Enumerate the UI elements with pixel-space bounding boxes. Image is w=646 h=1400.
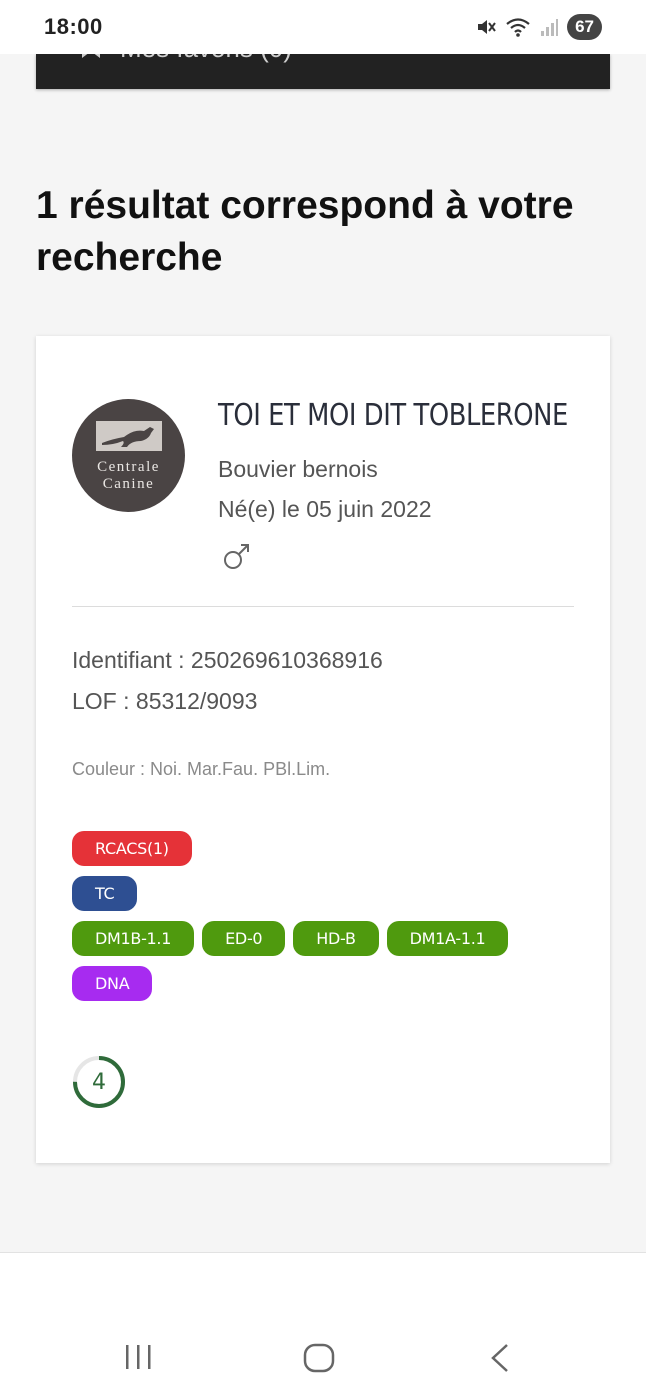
- home-icon[interactable]: [303, 1343, 335, 1378]
- mute-icon: [475, 16, 497, 38]
- system-nav-bar: [0, 1253, 646, 1400]
- tag-row-3: DM1B-1.1 ED-0 HD-B DM1A-1.1: [72, 921, 509, 956]
- dog-name[interactable]: TOI ET MOI DIT TOBLERONE: [218, 398, 568, 433]
- tag-hd: HD-B: [293, 921, 379, 956]
- male-symbol-icon: [222, 541, 252, 576]
- back-icon[interactable]: [488, 1343, 512, 1378]
- result-heading: 1 résultat correspond à votre recherche: [36, 184, 574, 279]
- logo-text-line1: Centrale: [97, 458, 160, 475]
- status-bar: 18:00 67: [0, 0, 646, 54]
- tag-tc: TC: [72, 876, 138, 911]
- score-ring: 4: [72, 1055, 126, 1109]
- favorites-bar[interactable]: Mes favoris (0): [36, 54, 610, 89]
- favorites-label: Mes favoris (0): [120, 54, 292, 64]
- identifiant: Identifiant : 250269610368916: [72, 647, 383, 673]
- signal-icon: [539, 17, 559, 37]
- battery-indicator: 67: [567, 14, 602, 40]
- tag-dm1a: DM1A-1.1: [386, 921, 509, 956]
- centrale-canine-logo: Centrale Canine: [72, 399, 185, 512]
- tag-rcacs: RCACS(1): [72, 831, 192, 866]
- lof-number: LOF : 85312/9093: [72, 688, 258, 714]
- dog-breed: Bouvier bernois: [218, 456, 378, 482]
- dog-birth-date: Né(e) le 05 juin 2022: [218, 496, 432, 522]
- recent-apps-icon[interactable]: [124, 1343, 154, 1376]
- status-icons: 67: [475, 14, 602, 40]
- tag-dm1b: DM1B-1.1: [72, 921, 195, 956]
- tag-dna: DNA: [72, 966, 153, 1001]
- divider: [72, 606, 574, 607]
- bookmark-icon: [80, 54, 102, 65]
- tag-row-2: TC: [72, 876, 138, 911]
- logo-text-line2: Canine: [102, 475, 155, 492]
- result-card[interactable]: Centrale Canine TOI ET MOI DIT TOBLERONE…: [36, 336, 610, 1163]
- dog-silhouette-icon: [95, 420, 162, 451]
- tag-row-4: DNA: [72, 966, 153, 1001]
- tag-row-1: RCACS(1): [72, 831, 192, 866]
- status-time: 18:00: [44, 14, 103, 39]
- score-value: 4: [92, 1069, 106, 1095]
- coat-color: Couleur : Noi. Mar.Fau. PBl.Lim.: [72, 759, 331, 779]
- tag-ed: ED-0: [202, 921, 286, 956]
- wifi-icon: [505, 16, 531, 38]
